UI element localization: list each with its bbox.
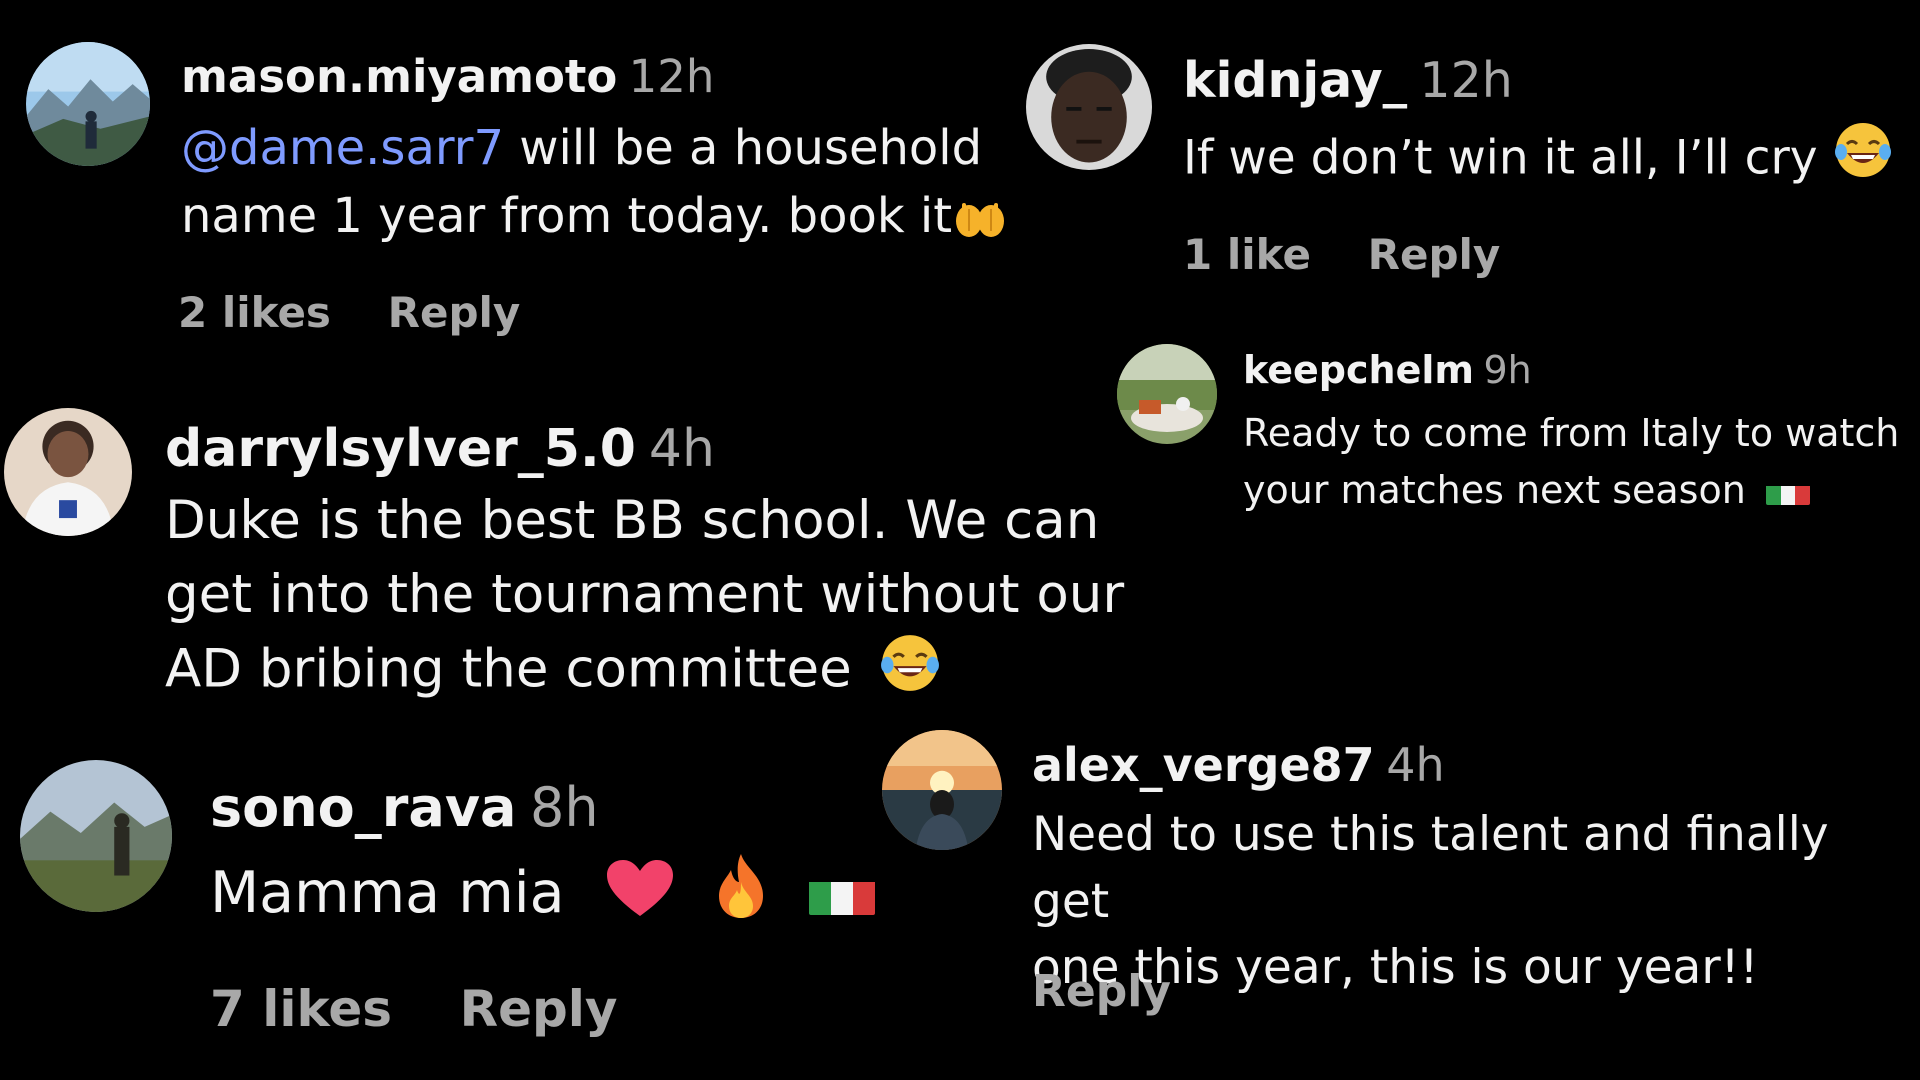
- timestamp: 4h: [1386, 738, 1445, 792]
- username[interactable]: alex_verge87: [1032, 738, 1375, 792]
- timestamp: 12h: [1419, 52, 1513, 109]
- comment-text-line: get into the tournament without our: [165, 564, 1125, 626]
- comment-text: If we don’t win it all, I’ll cry: [1183, 130, 1818, 186]
- laughing-crying-face-icon: [1833, 120, 1893, 180]
- avatar[interactable]: [1026, 44, 1152, 170]
- fire-icon: [713, 852, 769, 920]
- comment-text: Mamma mia: [210, 860, 565, 927]
- comment-text-line: Duke is the best BB school. We can: [165, 490, 1100, 551]
- laughing-crying-face-icon: [879, 632, 941, 694]
- comment-text-line: your matches next season: [1243, 462, 1920, 519]
- avatar[interactable]: [26, 42, 150, 166]
- reply-button[interactable]: Reply: [388, 288, 521, 337]
- timestamp: 9h: [1483, 348, 1532, 392]
- username[interactable]: kidnjay_: [1183, 52, 1407, 109]
- mention-link[interactable]: @dame.sarr7: [181, 120, 504, 176]
- italy-flag-icon: [1765, 475, 1810, 506]
- comment-text-line: Ready to come from Italy to watch: [1243, 411, 1900, 455]
- avatar[interactable]: [4, 408, 132, 536]
- username[interactable]: sono_rava: [210, 776, 517, 839]
- likes-count[interactable]: 1 like: [1183, 230, 1311, 279]
- red-heart-icon: [605, 858, 675, 920]
- reply-button[interactable]: Reply: [1368, 230, 1501, 279]
- comments-screenshot: mason.miyamoto 12h @dame.sarr7 will be a …: [0, 0, 1920, 1080]
- timestamp: 4h: [648, 419, 715, 479]
- username[interactable]: mason.miyamoto: [181, 50, 617, 103]
- comment-text-line: @dame.sarr7 will be a household: [181, 120, 983, 176]
- raising-hands-icon: [952, 195, 1008, 239]
- italy-flag-icon: [808, 869, 875, 916]
- comment-text-line: Need to use this talent and finally get: [1032, 807, 1829, 929]
- reply-button[interactable]: Reply: [460, 980, 618, 1038]
- comment-text-line: AD bribing the committee: [165, 632, 1125, 707]
- avatar[interactable]: [20, 760, 172, 912]
- username[interactable]: keepchelm: [1243, 348, 1474, 392]
- avatar[interactable]: [882, 730, 1002, 850]
- username[interactable]: darrylsylver_5.0: [165, 419, 636, 479]
- timestamp: 12h: [628, 50, 715, 103]
- likes-count[interactable]: 2 likes: [178, 288, 331, 337]
- avatar[interactable]: [1117, 344, 1217, 444]
- reply-button[interactable]: Reply: [1032, 966, 1171, 1017]
- likes-count[interactable]: 7 likes: [210, 980, 392, 1038]
- comment-text-line: name 1 year from today. book it: [181, 182, 1061, 250]
- timestamp: 8h: [530, 776, 599, 839]
